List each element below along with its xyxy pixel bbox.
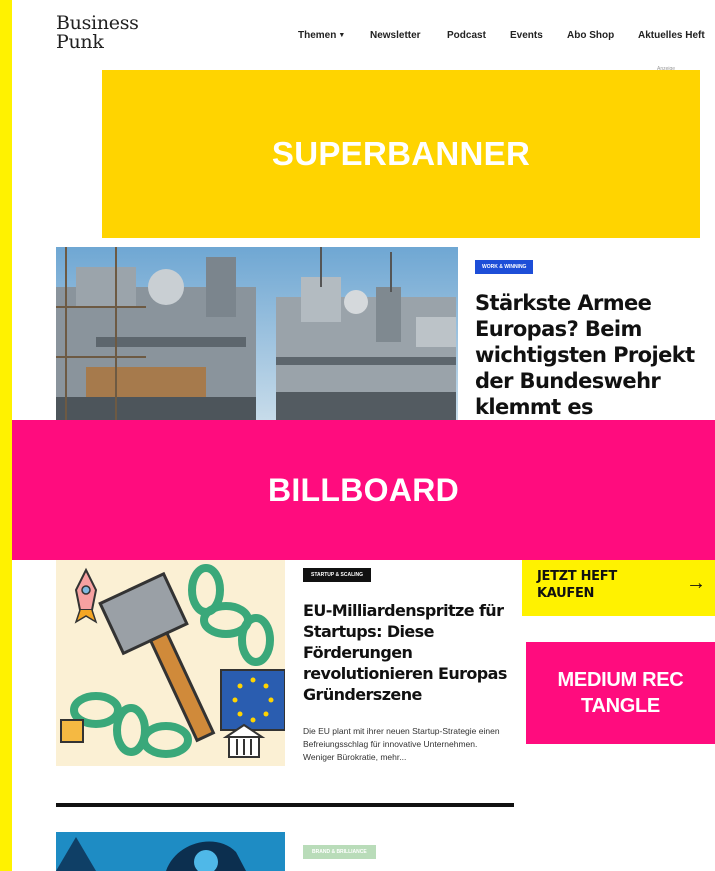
main-nav: Themen ▼ Newsletter Podcast Events Abo Sh… <box>12 30 715 44</box>
nav-item-abo-shop[interactable]: Abo Shop <box>567 30 614 41</box>
nav-item-themen[interactable]: Themen ▼ <box>298 30 345 41</box>
article-image-eu-startups[interactable] <box>56 560 285 766</box>
nav-item-label: Themen <box>298 30 337 41</box>
article-headline[interactable]: EU-Milliardenspritze für Startups: Diese… <box>303 600 518 705</box>
article-image-brand[interactable] <box>56 832 285 871</box>
buy-issue-label: JETZT HEFT KAUFEN <box>537 569 617 601</box>
arrow-right-icon: → <box>686 572 706 594</box>
billboard-label: BILLBOARD <box>267 471 460 508</box>
hero-image[interactable] <box>56 247 458 422</box>
nav-item-events[interactable]: Events <box>510 30 543 41</box>
article-category-tag[interactable]: BRAND & BRILLIANCE <box>303 845 376 859</box>
article-excerpt: Die EU plant mit ihrer neuen Startup-Str… <box>303 726 500 762</box>
warship-illustration <box>56 247 458 422</box>
section-divider <box>56 803 514 807</box>
page: Business Punk Themen ▼ Newsletter Podcast… <box>12 0 715 871</box>
portrait-illustration <box>56 832 285 871</box>
medium-rectangle-ad[interactable]: MEDIUM REC TANGLE <box>526 642 715 744</box>
hero-category-tag[interactable]: WORK & WINNING <box>475 260 534 274</box>
caret-down-icon: ▼ <box>338 32 346 39</box>
superbanner-label: SUPERBANNER <box>271 135 531 172</box>
superbanner-ad[interactable]: SUPERBANNER <box>102 70 700 238</box>
hero-headline[interactable]: Stärkste Armee Europas? Beim wichtigsten… <box>475 290 715 420</box>
medium-rectangle-label: MEDIUM REC TANGLE <box>557 669 684 717</box>
nav-item-newsletter[interactable]: Newsletter <box>370 30 421 41</box>
article-category-tag[interactable]: STARTUP & SCALING <box>303 568 372 582</box>
buy-issue-button[interactable]: JETZT HEFT KAUFEN → <box>522 560 715 616</box>
hammer-chain-illustration <box>56 560 285 766</box>
billboard-ad[interactable]: BILLBOARD <box>12 420 715 560</box>
nav-item-podcast[interactable]: Podcast <box>447 30 486 41</box>
nav-item-aktuelles-heft[interactable]: Aktuelles Heft <box>638 30 705 41</box>
